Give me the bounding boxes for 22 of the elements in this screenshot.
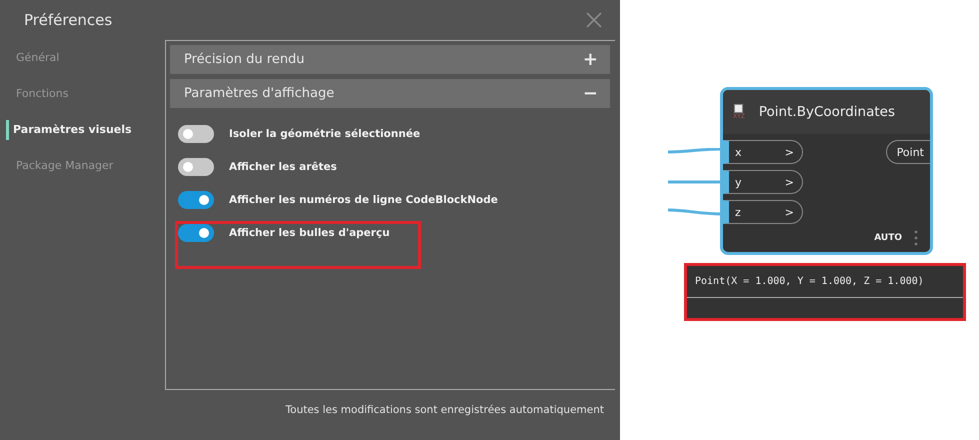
node-title: Point.ByCoordinates: [758, 104, 895, 120]
setting-label: Isoler la géométrie sélectionnée: [229, 128, 420, 140]
section-header[interactable]: Précision du rendu +: [170, 45, 610, 74]
autosave-note: Toutes les modifications sont enregistrées automatiquement: [286, 404, 604, 418]
preview-value: Point(X = 1.000, Y = 1.000, Z = 1.000): [695, 276, 924, 287]
setting-label: Afficher les arêtes: [229, 161, 337, 173]
setting-label: Afficher les bulles d'aperçu: [229, 227, 390, 239]
input-port[interactable]: x >: [723, 140, 803, 164]
setting-label: Afficher les numéros de ligne CodeBlockNode: [229, 194, 498, 206]
node-icon: [734, 104, 744, 113]
more-icon[interactable]: [914, 230, 918, 246]
lacing-label: AUTO: [874, 233, 902, 243]
toggle-switch[interactable]: [178, 191, 214, 209]
sidebar-item[interactable]: Paramètres visuels: [6, 120, 165, 140]
output-port[interactable]: Point: [886, 140, 930, 164]
window-title: Préférences: [24, 11, 112, 29]
input-port[interactable]: y >: [723, 170, 803, 194]
toggle-switch[interactable]: [178, 125, 214, 143]
toggle-switch[interactable]: [178, 158, 214, 176]
toggle-switch[interactable]: [178, 224, 214, 242]
input-port[interactable]: z >: [723, 200, 803, 224]
section-header[interactable]: Paramètres d'affichage −: [170, 79, 610, 108]
